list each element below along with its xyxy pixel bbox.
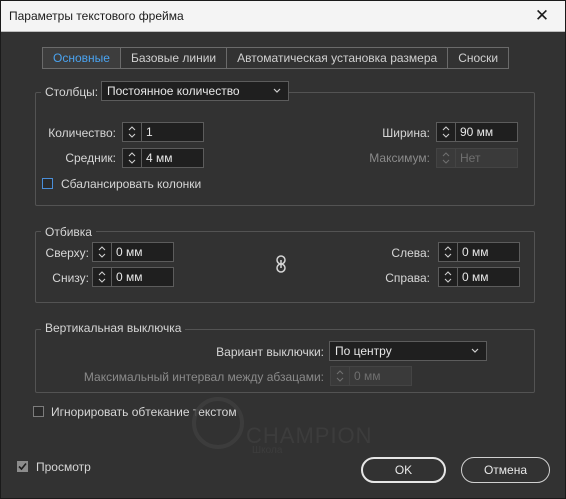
stepper-arrows-icon[interactable] [123,123,142,141]
balance-columns-checkbox[interactable] [42,178,53,189]
columns-type-value: Постоянное количество [107,84,240,98]
inset-right-value: 0 мм [462,270,489,284]
stepper-arrows-icon[interactable] [439,243,458,261]
width-label: Ширина: [382,126,430,140]
inset-bottom-value: 0 мм [116,270,143,284]
columns-group-label: Столбцы: [41,85,103,99]
gutter-stepper[interactable]: 4 мм [122,148,204,168]
chevron-down-icon [471,348,479,353]
close-icon[interactable]: ✕ [519,1,565,31]
inset-left-value: 0 мм [462,245,489,259]
ok-button[interactable]: OK [361,457,446,483]
tab-baseline[interactable]: Базовые линии [119,48,226,68]
tab-basic[interactable]: Основные [43,48,120,68]
stepper-arrows-icon[interactable] [93,243,112,261]
checkmark-icon [18,462,27,471]
inset-right-stepper[interactable]: 0 мм [438,267,520,287]
inset-bottom-label: Снизу: [52,271,89,285]
inset-left-stepper[interactable]: 0 мм [438,242,520,262]
chevron-down-icon [273,88,281,93]
columns-type-dropdown[interactable]: Постоянное количество [101,81,289,101]
count-value: 1 [146,125,153,139]
tab-auto-size[interactable]: Автоматическая установка размера [226,48,447,68]
tab-bar: Основные Базовые линии Автоматическая ус… [42,47,510,69]
inset-top-label: Сверху: [45,246,89,260]
vertical-justification-label: Вертикальная выключка [41,321,186,335]
gutter-value: 4 мм [146,151,173,165]
max-label: Максимум: [369,151,430,165]
balance-columns-label[interactable]: Сбалансировать колонки [61,177,201,191]
cancel-button[interactable]: Отмена [461,457,550,483]
align-dropdown[interactable]: По центру [329,341,487,361]
inset-left-label: Слева: [391,246,430,260]
max-value: Нет [460,151,481,165]
window-title: Параметры текстового фрейма [9,9,184,23]
stepper-arrows-icon[interactable] [439,268,458,286]
align-value: По центру [335,344,392,358]
stepper-arrows-icon[interactable] [123,149,142,167]
max-stepper: Нет [436,148,518,168]
preview-label[interactable]: Просмотр [36,460,91,474]
watermark-line2: Школа [252,445,283,456]
inset-right-label: Справа: [385,271,430,285]
count-label: Количество: [48,126,116,140]
para-spacing-stepper: 0 мм [330,366,412,386]
width-value: 90 мм [460,125,494,139]
para-spacing-label: Максимальный интервал между абзацами: [83,370,324,384]
inset-top-stepper[interactable]: 0 мм [92,242,174,262]
stepper-arrows-icon[interactable] [93,268,112,286]
stepper-arrows-icon [437,149,456,167]
ignore-wrap-checkbox[interactable] [33,406,44,417]
width-stepper[interactable]: 90 мм [436,122,518,142]
tab-footnotes[interactable]: Сноски [447,48,508,68]
inset-group-label: Отбивка [41,225,96,239]
stepper-arrows-icon[interactable] [437,123,456,141]
para-spacing-value: 0 мм [354,369,381,383]
gutter-label: Средник: [65,151,116,165]
inset-bottom-stepper[interactable]: 0 мм [92,267,174,287]
chain-link-icon[interactable] [275,255,287,273]
align-label: Вариант выключки: [216,345,324,359]
stepper-arrows-icon [331,367,350,385]
count-stepper[interactable]: 1 [122,122,204,142]
title-bar: Параметры текстового фрейма ✕ [1,1,565,32]
inset-top-value: 0 мм [116,245,143,259]
